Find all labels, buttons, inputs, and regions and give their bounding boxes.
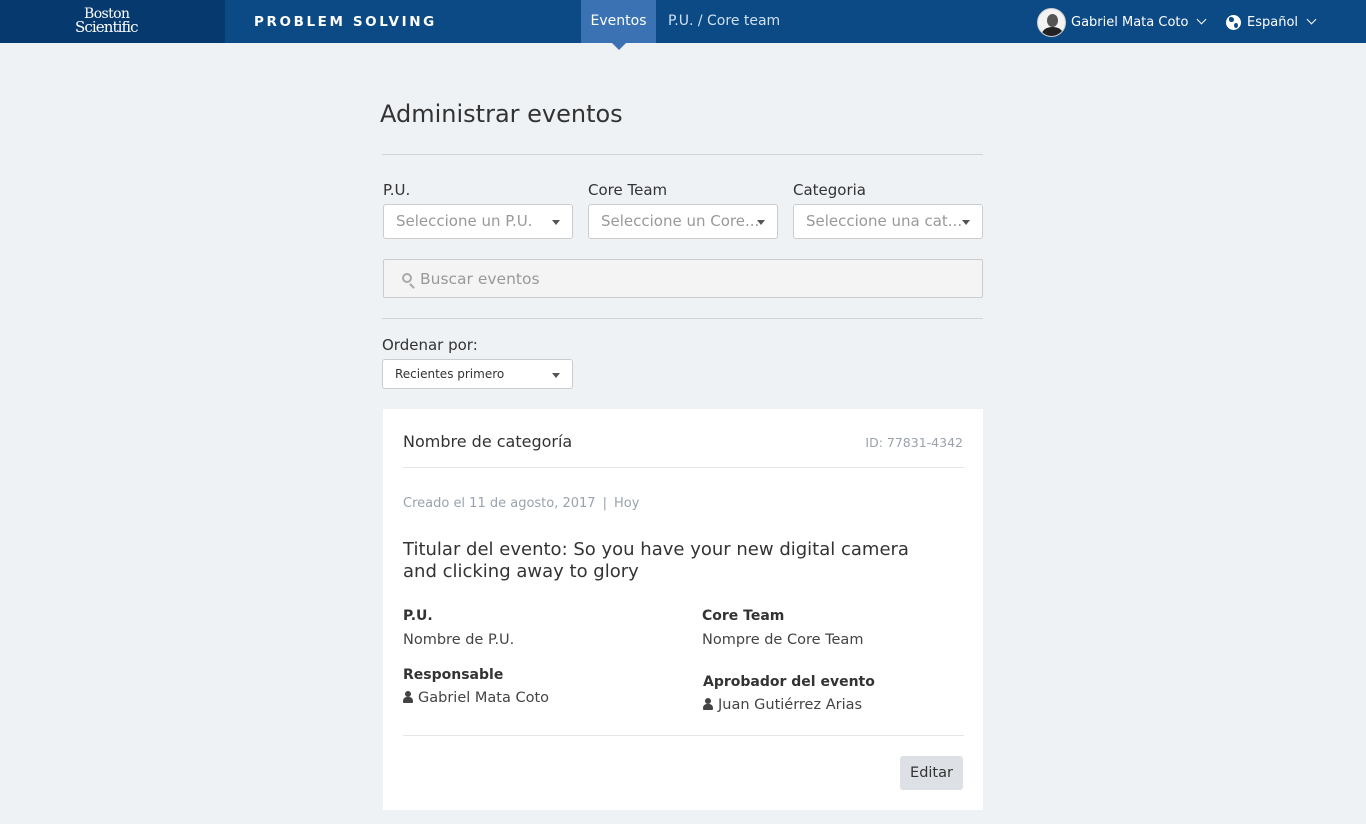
responsible-field-label: Responsable xyxy=(403,667,504,683)
user-name: Gabriel Mata Coto xyxy=(1071,14,1189,30)
responsible-name: Gabriel Mata Coto xyxy=(418,690,550,706)
event-meta: Creado el 11 de agosto, 2017 | Hoy xyxy=(403,496,639,511)
top-navbar: Boston Scientific PROBLEM SOLVING Evento… xyxy=(0,0,1366,50)
sort-select-value: Recientes primero xyxy=(395,367,505,381)
language-label: Español xyxy=(1247,14,1299,30)
edit-button[interactable]: Editar xyxy=(900,756,963,790)
pu-field-value: Nombre de P.U. xyxy=(403,632,515,648)
event-card: Nombre de categoría ID: 77831-4342 Cread… xyxy=(383,409,983,810)
person-icon xyxy=(403,691,413,703)
person-icon xyxy=(703,698,713,710)
categoria-select[interactable]: Seleccione una cat... xyxy=(793,204,983,239)
caret-down-icon xyxy=(552,373,560,378)
user-avatar xyxy=(1037,7,1066,37)
core-team-field-label: Core Team xyxy=(702,608,785,624)
caret-down-icon xyxy=(757,220,765,225)
caret-down-icon xyxy=(552,220,560,225)
caret-down-icon xyxy=(962,220,970,225)
divider xyxy=(382,318,983,319)
event-when: Hoy xyxy=(613,496,640,511)
sort-label: Ordenar por: xyxy=(382,336,478,354)
app-title: PROBLEM SOLVING xyxy=(254,14,437,30)
core-team-select-placeholder: Seleccione un Core... xyxy=(601,212,760,230)
divider xyxy=(382,154,983,155)
chevron-down-icon xyxy=(1197,14,1207,25)
core-team-field-value: Nompre de Core Team xyxy=(702,632,864,648)
meta-separator: | xyxy=(602,496,607,511)
approver-field-label: Aprobador del evento xyxy=(703,674,875,690)
event-category: Nombre de categoría xyxy=(403,432,573,451)
language-selector[interactable]: Español xyxy=(1226,7,1317,37)
pu-select[interactable]: Seleccione un P.U. xyxy=(383,204,573,239)
sort-select[interactable]: Recientes primero xyxy=(382,359,573,389)
user-menu[interactable]: Gabriel Mata Coto xyxy=(1037,7,1207,37)
event-created-date: Creado el 11 de agosto, 2017 xyxy=(403,496,596,511)
globe-icon xyxy=(1226,14,1241,30)
filter-label-categoria: Categoria xyxy=(793,181,867,199)
search-icon xyxy=(402,273,412,283)
search-box xyxy=(383,259,983,298)
boston-scientific-logo: Boston Scientific xyxy=(75,6,138,36)
card-divider xyxy=(403,467,964,468)
logo-block[interactable]: Boston Scientific xyxy=(0,0,225,43)
page-title: Administrar eventos xyxy=(380,100,623,128)
tab-eventos[interactable]: Eventos xyxy=(581,0,656,50)
approver-name: Juan Gutiérrez Arias xyxy=(718,697,863,713)
pu-field-label: P.U. xyxy=(403,608,433,624)
chevron-down-icon xyxy=(1306,14,1317,25)
core-team-select[interactable]: Seleccione un Core... xyxy=(588,204,778,239)
responsible-field-value: Gabriel Mata Coto xyxy=(403,690,549,706)
categoria-select-placeholder: Seleccione una cat... xyxy=(806,212,963,230)
event-id: ID: 77831-4342 xyxy=(865,435,963,450)
event-headline: Titular del evento: So you have your new… xyxy=(403,539,909,582)
filter-label-core-team: Core Team xyxy=(588,181,668,199)
filter-label-pu: P.U. xyxy=(383,181,411,199)
search-input[interactable] xyxy=(420,260,970,297)
tab-pu-core-team[interactable]: P.U. / Core team xyxy=(657,0,791,43)
approver-field-value: Juan Gutiérrez Arias xyxy=(703,697,862,713)
card-divider xyxy=(403,735,964,736)
pu-select-placeholder: Seleccione un P.U. xyxy=(396,212,533,230)
